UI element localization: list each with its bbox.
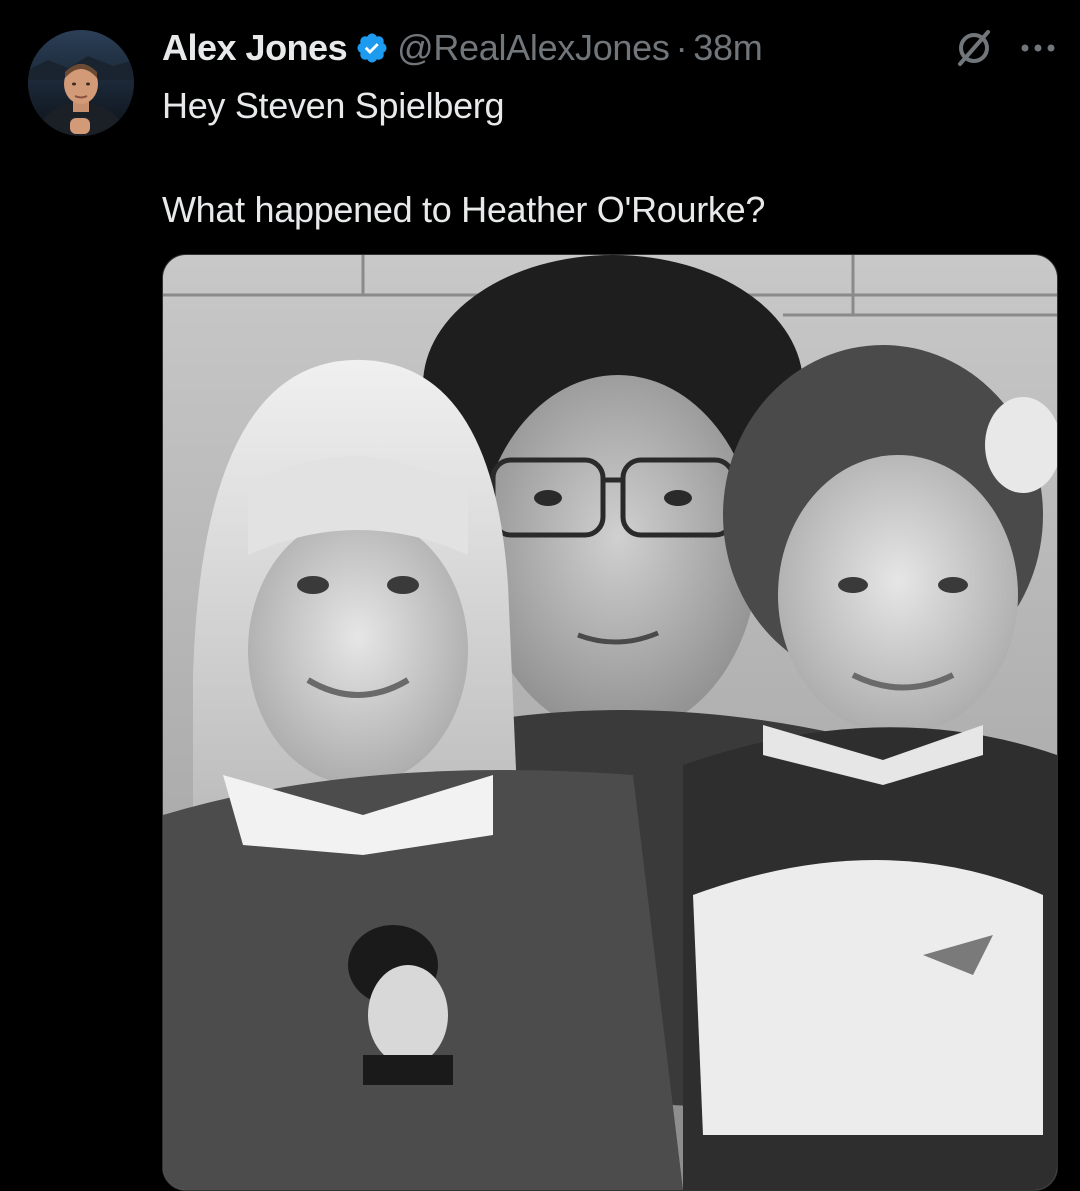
display-name[interactable]: Alex Jones bbox=[162, 27, 348, 69]
timestamp[interactable]: 38m bbox=[693, 27, 762, 69]
separator-dot: · bbox=[675, 27, 688, 68]
tweet-line-2: What happened to Heather O'Rourke? bbox=[162, 189, 766, 230]
tweet-line-blank bbox=[162, 132, 1042, 184]
black-and-white-photo bbox=[163, 255, 1057, 1190]
tweet-line-1: Hey Steven Spielberg bbox=[162, 85, 505, 126]
verified-badge-icon[interactable] bbox=[355, 31, 389, 65]
avatar[interactable] bbox=[28, 30, 134, 136]
tweet-media-photo[interactable] bbox=[162, 254, 1058, 1191]
tweet-text: Hey Steven Spielberg What happened to He… bbox=[162, 80, 1042, 236]
author-handle[interactable]: @RealAlexJones bbox=[397, 27, 670, 69]
tweet-actions bbox=[956, 28, 1056, 68]
tweet[interactable]: Alex Jones @RealAlexJones · 38m Hey Stev… bbox=[0, 0, 1080, 1191]
more-icon[interactable] bbox=[1020, 42, 1056, 54]
grok-icon[interactable] bbox=[956, 28, 992, 68]
avatar-photo bbox=[28, 30, 134, 136]
tweet-header: Alex Jones @RealAlexJones · 38m bbox=[162, 26, 763, 70]
